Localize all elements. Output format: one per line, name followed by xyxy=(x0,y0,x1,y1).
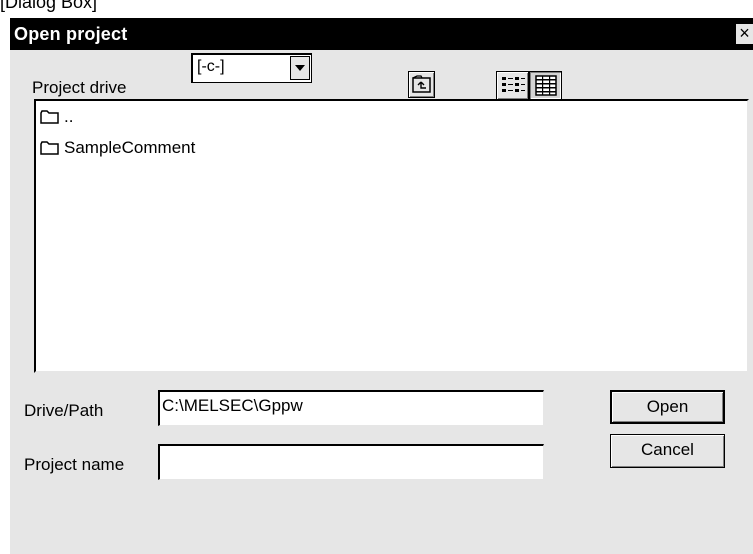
list-view-button[interactable] xyxy=(496,71,529,100)
open-project-dialog: Open project × Project drive [-c-] .. Sa… xyxy=(9,17,753,554)
open-button[interactable]: Open xyxy=(610,390,725,424)
cancel-button[interactable]: Cancel xyxy=(610,434,725,468)
drive-path-label: Drive/Path xyxy=(24,401,104,420)
up-folder-icon xyxy=(412,75,431,93)
project-drive-value: [-c-] xyxy=(197,58,225,75)
list-view-icon xyxy=(502,77,525,92)
chevron-down-icon[interactable] xyxy=(290,56,310,80)
project-drive-label: Project drive xyxy=(32,78,127,97)
up-folder-button[interactable] xyxy=(408,71,435,98)
close-icon: × xyxy=(739,23,750,43)
folder-icon xyxy=(40,141,59,155)
title-bar: Open project × xyxy=(10,18,753,50)
project-name-field[interactable] xyxy=(158,444,544,480)
drive-path-value: C:\MELSEC\Gppw xyxy=(162,396,303,415)
list-item-label: SampleComment xyxy=(64,138,196,157)
dialog-caption: [Dialog Box] xyxy=(0,0,98,12)
project-drive-select[interactable]: [-c-] xyxy=(191,53,312,83)
details-view-icon xyxy=(535,75,557,96)
project-name-label: Project name xyxy=(24,455,125,474)
details-view-button[interactable] xyxy=(529,71,562,100)
dialog-title: Open project xyxy=(14,24,128,44)
list-item-label: .. xyxy=(64,107,74,126)
drive-path-field[interactable]: C:\MELSEC\Gppw xyxy=(158,390,544,426)
close-button[interactable]: × xyxy=(735,23,753,45)
project-file-list[interactable]: .. SampleComment xyxy=(34,99,749,373)
folder-icon xyxy=(40,110,59,124)
